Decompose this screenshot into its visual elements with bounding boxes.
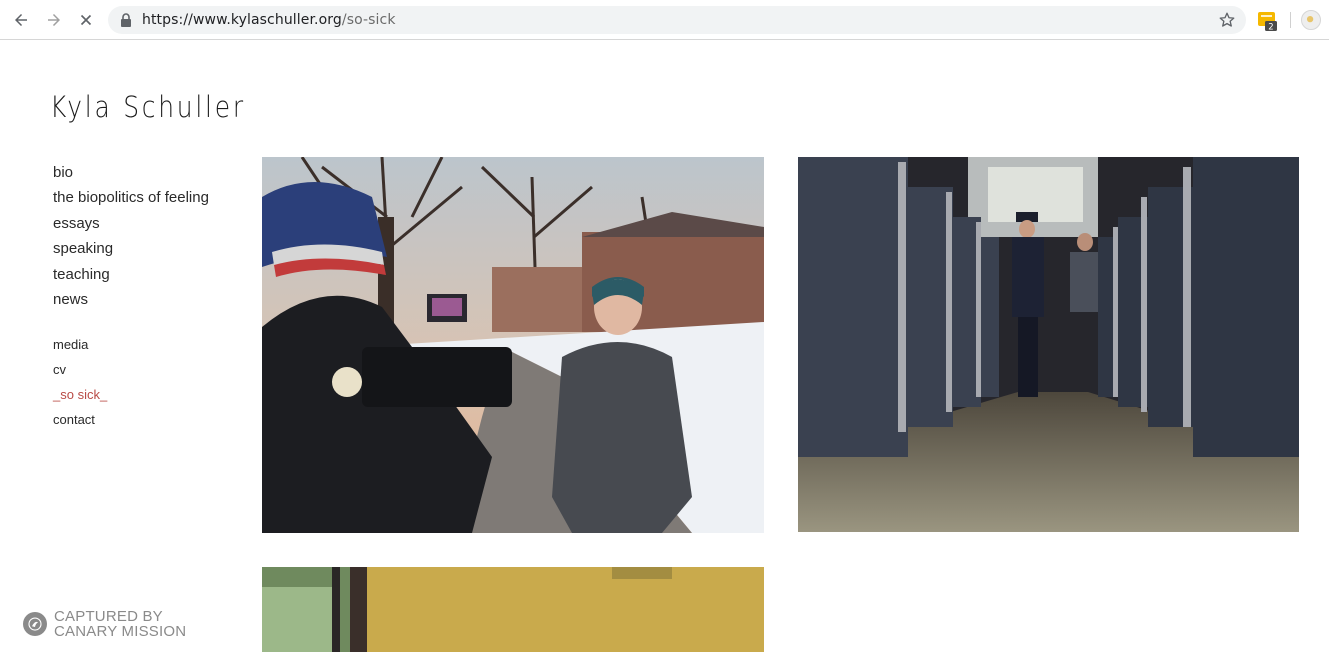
gallery-photo-room[interactable] bbox=[262, 567, 764, 652]
nav-item-cv[interactable]: cv bbox=[53, 357, 107, 382]
site-title[interactable]: Kyla Schuller bbox=[50, 90, 246, 124]
lock-icon bbox=[121, 13, 131, 27]
secondary-navigation: media cv _so sick_ contact bbox=[53, 332, 107, 432]
url-path: /so-sick bbox=[341, 12, 396, 28]
nav-item-contact[interactable]: contact bbox=[53, 407, 107, 432]
watermark-line1: CAPTURED BY bbox=[54, 608, 163, 625]
nav-item-teaching[interactable]: teaching bbox=[53, 262, 209, 287]
profile-avatar[interactable] bbox=[1301, 10, 1321, 30]
forward-arrow-icon bbox=[48, 14, 60, 26]
gallery-photo-train-car[interactable] bbox=[798, 157, 1299, 532]
main-navigation: bio the biopolitics of feeling essays sp… bbox=[53, 160, 209, 312]
nav-item-bio[interactable]: bio bbox=[53, 160, 209, 185]
url-text: https://www.kylaschuller.org/so-sick bbox=[142, 12, 396, 28]
photo-image bbox=[262, 567, 764, 652]
watermark-line2: CANARY MISSION bbox=[54, 623, 187, 640]
photo-image bbox=[798, 157, 1299, 532]
toolbar-separator bbox=[1290, 12, 1291, 28]
sun-icon bbox=[1306, 15, 1314, 23]
gallery-photo-film-crew[interactable] bbox=[262, 157, 764, 533]
url-host: https://www.kylaschuller.org bbox=[142, 12, 342, 28]
stop-loading-button[interactable] bbox=[74, 8, 98, 32]
back-button[interactable] bbox=[9, 8, 33, 32]
nav-item-media[interactable]: media bbox=[53, 332, 107, 357]
extension-icon[interactable]: 2 bbox=[1257, 11, 1277, 31]
forward-button[interactable] bbox=[42, 8, 66, 32]
nav-item-news[interactable]: news bbox=[53, 287, 209, 312]
extension-badge: 2 bbox=[1268, 22, 1273, 31]
nav-item-speaking[interactable]: speaking bbox=[53, 236, 209, 261]
canary-mission-watermark: CAPTURED BY CANARY MISSION bbox=[23, 609, 186, 639]
address-bar[interactable]: https://www.kylaschuller.org/so-sick bbox=[108, 6, 1246, 34]
canary-logo-icon bbox=[23, 612, 47, 636]
nav-item-biopolitics-of-feeling[interactable]: the biopolitics of feeling bbox=[53, 185, 209, 210]
bookmark-star-icon[interactable] bbox=[1218, 11, 1236, 29]
nav-item-so-sick[interactable]: _so sick_ bbox=[53, 382, 107, 407]
close-icon bbox=[80, 14, 92, 26]
browser-toolbar: https://www.kylaschuller.org/so-sick 2 bbox=[0, 0, 1329, 40]
photo-image bbox=[262, 157, 764, 533]
watermark-text: CAPTURED BY CANARY MISSION bbox=[54, 609, 186, 639]
nav-item-essays[interactable]: essays bbox=[53, 211, 209, 236]
back-arrow-icon bbox=[15, 14, 27, 26]
